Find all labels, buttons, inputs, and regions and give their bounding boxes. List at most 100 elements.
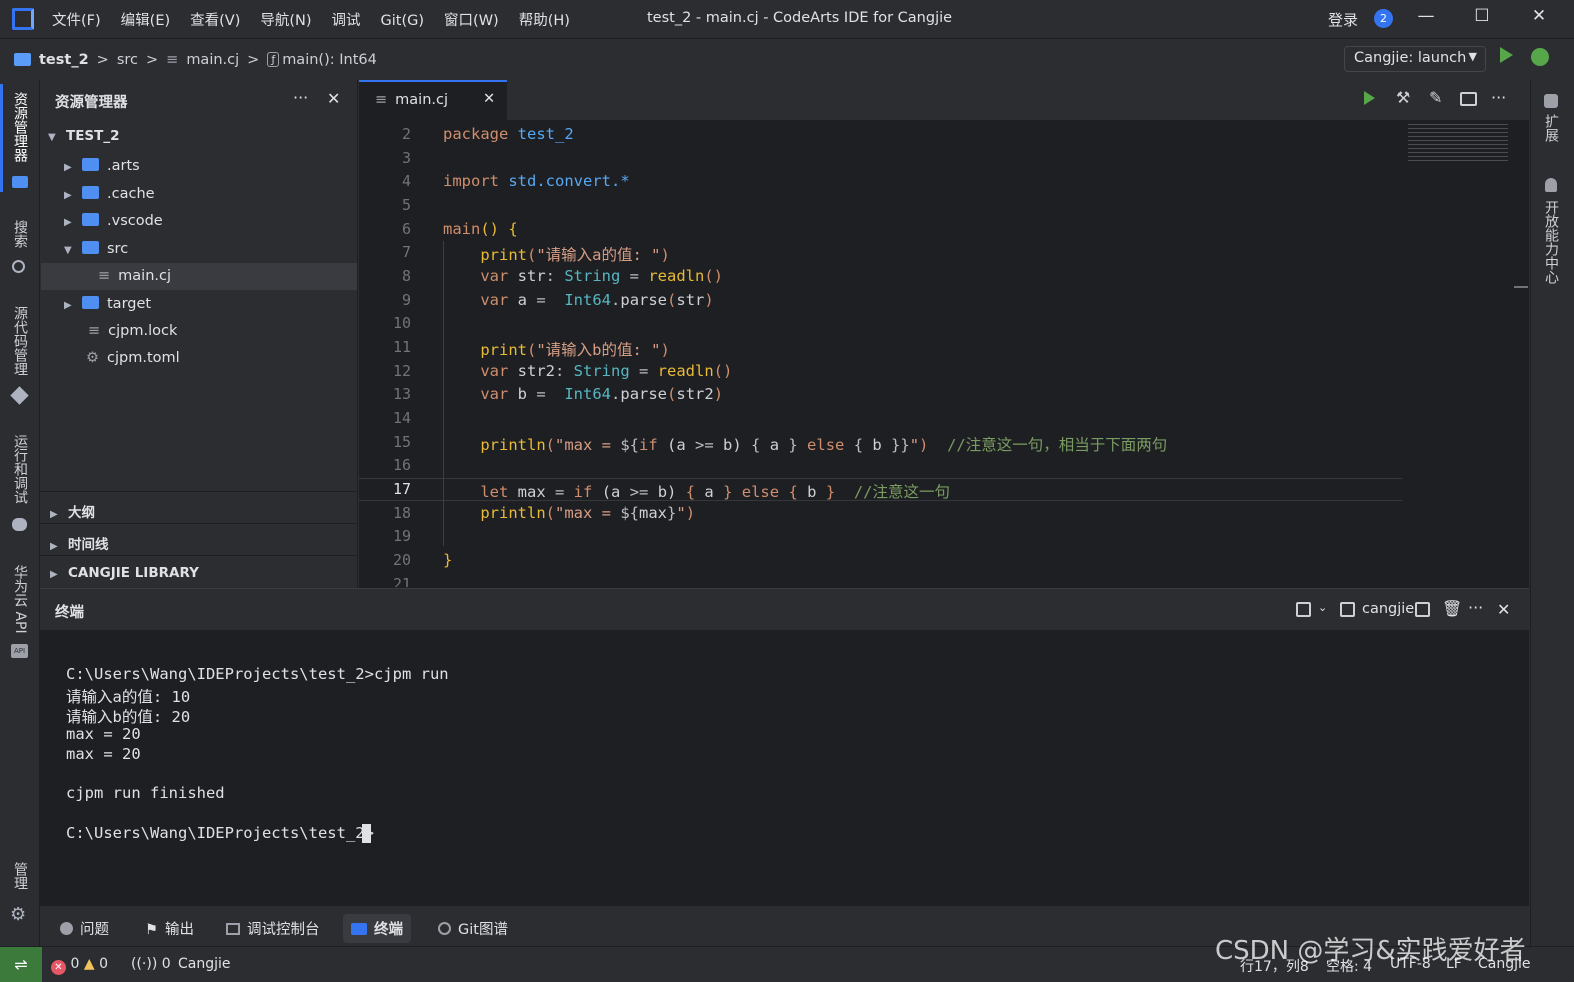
right-extensions[interactable]: 扩展 xyxy=(1541,114,1561,142)
chevron-right-icon: ▶ xyxy=(64,190,72,201)
folder-icon xyxy=(82,296,99,309)
line-number: 13 xyxy=(392,385,411,403)
watermark: CSDN @学习&实践爱好者 xyxy=(1215,936,1526,966)
source-control-icon[interactable] xyxy=(10,386,29,405)
breadcrumb-project[interactable]: test_2 xyxy=(39,52,89,68)
right-capability-center[interactable]: 开放能力中心 xyxy=(1541,200,1561,284)
breadcrumb-symbol[interactable]: main(): Int64 xyxy=(282,52,377,68)
activity-search[interactable]: 搜索 xyxy=(10,220,30,248)
edit-pencil-icon[interactable]: ✎ xyxy=(1429,88,1442,107)
run-file-icon[interactable] xyxy=(1364,91,1375,105)
tree-root[interactable]: ▼ TEST_2 xyxy=(48,128,120,144)
warning-icon: ▲ xyxy=(83,956,95,972)
menu-navigate[interactable]: 导航(N) xyxy=(260,13,311,29)
close-panel-icon[interactable]: ✕ xyxy=(1497,600,1510,619)
terminal-shell-name[interactable]: cangjie xyxy=(1362,601,1414,617)
activity-huawei-api[interactable]: 华为云 API xyxy=(10,565,30,634)
scrollbar-marker[interactable] xyxy=(1514,286,1528,288)
menu-file[interactable]: 文件(F) xyxy=(52,13,101,29)
tree-item-label: target xyxy=(107,296,152,312)
tab-git-graph[interactable]: Git图谱 xyxy=(430,914,516,943)
tab-debug-console[interactable]: 调试控制台 xyxy=(218,914,328,943)
tree-item[interactable]: ▶ .cache xyxy=(64,186,155,202)
remote-icon[interactable]: ⇌ xyxy=(0,947,42,982)
tree-item[interactable]: ▶ .vscode xyxy=(64,213,163,229)
menu-view[interactable]: 查看(V) xyxy=(190,13,240,29)
split-editor-icon[interactable] xyxy=(1460,92,1477,106)
chevron-down-icon[interactable]: ⌄ xyxy=(1318,601,1327,614)
more-icon[interactable]: ··· xyxy=(1468,598,1483,617)
status-lang-left[interactable]: Cangjie xyxy=(178,956,231,972)
terminal-line: 请输入b的值: 20 xyxy=(66,708,191,726)
minimap[interactable] xyxy=(1408,124,1508,164)
code-line: print("请输入a的值: ") xyxy=(480,246,670,264)
run-config-select[interactable]: Cangjie: launch ▼ xyxy=(1344,46,1486,72)
menu-git[interactable]: Git(G) xyxy=(381,13,425,29)
status-problems[interactable]: ✕ 0 ▲ 0 xyxy=(51,956,108,975)
tab-label: 问题 xyxy=(80,922,109,938)
menu-help[interactable]: 帮助(H) xyxy=(519,13,570,29)
search-icon[interactable] xyxy=(12,260,25,273)
close-window-icon[interactable]: ✕ xyxy=(1527,6,1551,30)
explorer-folder-icon[interactable] xyxy=(12,176,28,188)
run-icon[interactable] xyxy=(1500,47,1513,63)
close-tab-icon[interactable]: ✕ xyxy=(483,91,495,107)
activity-explorer[interactable]: 资源管理器 xyxy=(10,92,30,162)
activity-manage[interactable]: 管理 xyxy=(10,862,30,890)
build-hammer-icon[interactable]: ⚒ xyxy=(1396,88,1410,107)
api-icon[interactable]: API xyxy=(11,644,28,658)
close-icon[interactable]: ✕ xyxy=(327,89,340,108)
function-icon: ƒ xyxy=(267,52,280,67)
tree-item[interactable]: ≡ cjpm.lock xyxy=(88,323,177,339)
tree-item-selected[interactable]: ≡ main.cj xyxy=(98,268,171,284)
debug-bug-icon[interactable] xyxy=(1531,48,1549,66)
tree-root-label: TEST_2 xyxy=(66,128,120,144)
section-outline[interactable]: ▶ 大纲 xyxy=(40,491,358,523)
split-terminal-icon[interactable] xyxy=(1415,602,1430,617)
chevron-down-icon: ▼ xyxy=(1468,50,1477,63)
breadcrumb-file[interactable]: main.cj xyxy=(186,52,239,68)
terminal-line: C:\Users\Wang\IDEProjects\test_2> xyxy=(66,824,374,842)
more-icon[interactable]: ··· xyxy=(1491,88,1506,107)
breadcrumb-sep: > xyxy=(96,51,109,68)
section-timeline[interactable]: ▶ 时间线 xyxy=(40,523,358,555)
menu-window[interactable]: 窗口(W) xyxy=(444,13,499,29)
terminal-split-icon[interactable] xyxy=(1340,602,1355,617)
tab-problems[interactable]: 问题 xyxy=(52,914,117,943)
gear-icon[interactable]: ⚙ xyxy=(10,904,26,925)
notification-badge[interactable]: 2 xyxy=(1374,9,1393,28)
activity-run-debug[interactable]: 运行和调试 xyxy=(10,434,30,504)
tree-item[interactable]: ⚙ cjpm.toml xyxy=(86,350,180,366)
terminal-line: max = 20 xyxy=(66,745,141,763)
tree-item[interactable]: ▼ src xyxy=(64,241,128,257)
tab-output[interactable]: ⚑ 输出 xyxy=(137,914,202,943)
code-line: var str: String = readln() xyxy=(480,267,724,285)
section-cangjie-library[interactable]: ▶ CANGJIE LIBRARY xyxy=(40,555,358,587)
activity-scm[interactable]: 源代码管理 xyxy=(10,306,30,376)
line-number: 5 xyxy=(401,196,411,214)
breadcrumb-src[interactable]: src xyxy=(117,52,138,68)
more-icon[interactable]: ··· xyxy=(293,88,308,107)
trash-icon[interactable]: 🗑 xyxy=(1442,599,1462,618)
menu-edit[interactable]: 编辑(E) xyxy=(121,13,170,29)
menu-bar: 文件(F) 编辑(E) 查看(V) 导航(N) 调试 Git(G) 窗口(W) 帮助(H) xyxy=(52,9,590,30)
extensions-icon[interactable] xyxy=(1544,94,1558,108)
line-number: 20 xyxy=(392,551,411,569)
maximize-icon[interactable]: ☐ xyxy=(1470,6,1494,30)
menu-debug[interactable]: 调试 xyxy=(332,13,361,29)
line-number: 4 xyxy=(401,172,411,190)
status-ports[interactable]: ((·)) 0 xyxy=(131,956,171,972)
bug-icon[interactable] xyxy=(12,518,27,531)
terminal-layout-icon[interactable] xyxy=(1296,602,1311,617)
ports-count: 0 xyxy=(161,956,171,972)
tab-terminal[interactable]: 终端 xyxy=(343,914,411,943)
file-lines-icon: ≡ xyxy=(166,51,179,68)
tree-item[interactable]: ▶ target xyxy=(64,296,151,312)
minimize-icon[interactable]: — xyxy=(1414,6,1438,30)
tree-item[interactable]: ▶ .arts xyxy=(64,158,140,174)
capability-center-icon[interactable] xyxy=(1545,178,1557,192)
tab-main-cj[interactable]: ≡ main.cj ✕ xyxy=(359,80,507,121)
code-line: var str2: String = readln() xyxy=(480,362,733,380)
login-button[interactable]: 登录 xyxy=(1328,9,1358,30)
code-line: println("max = ${max}") xyxy=(480,504,696,522)
